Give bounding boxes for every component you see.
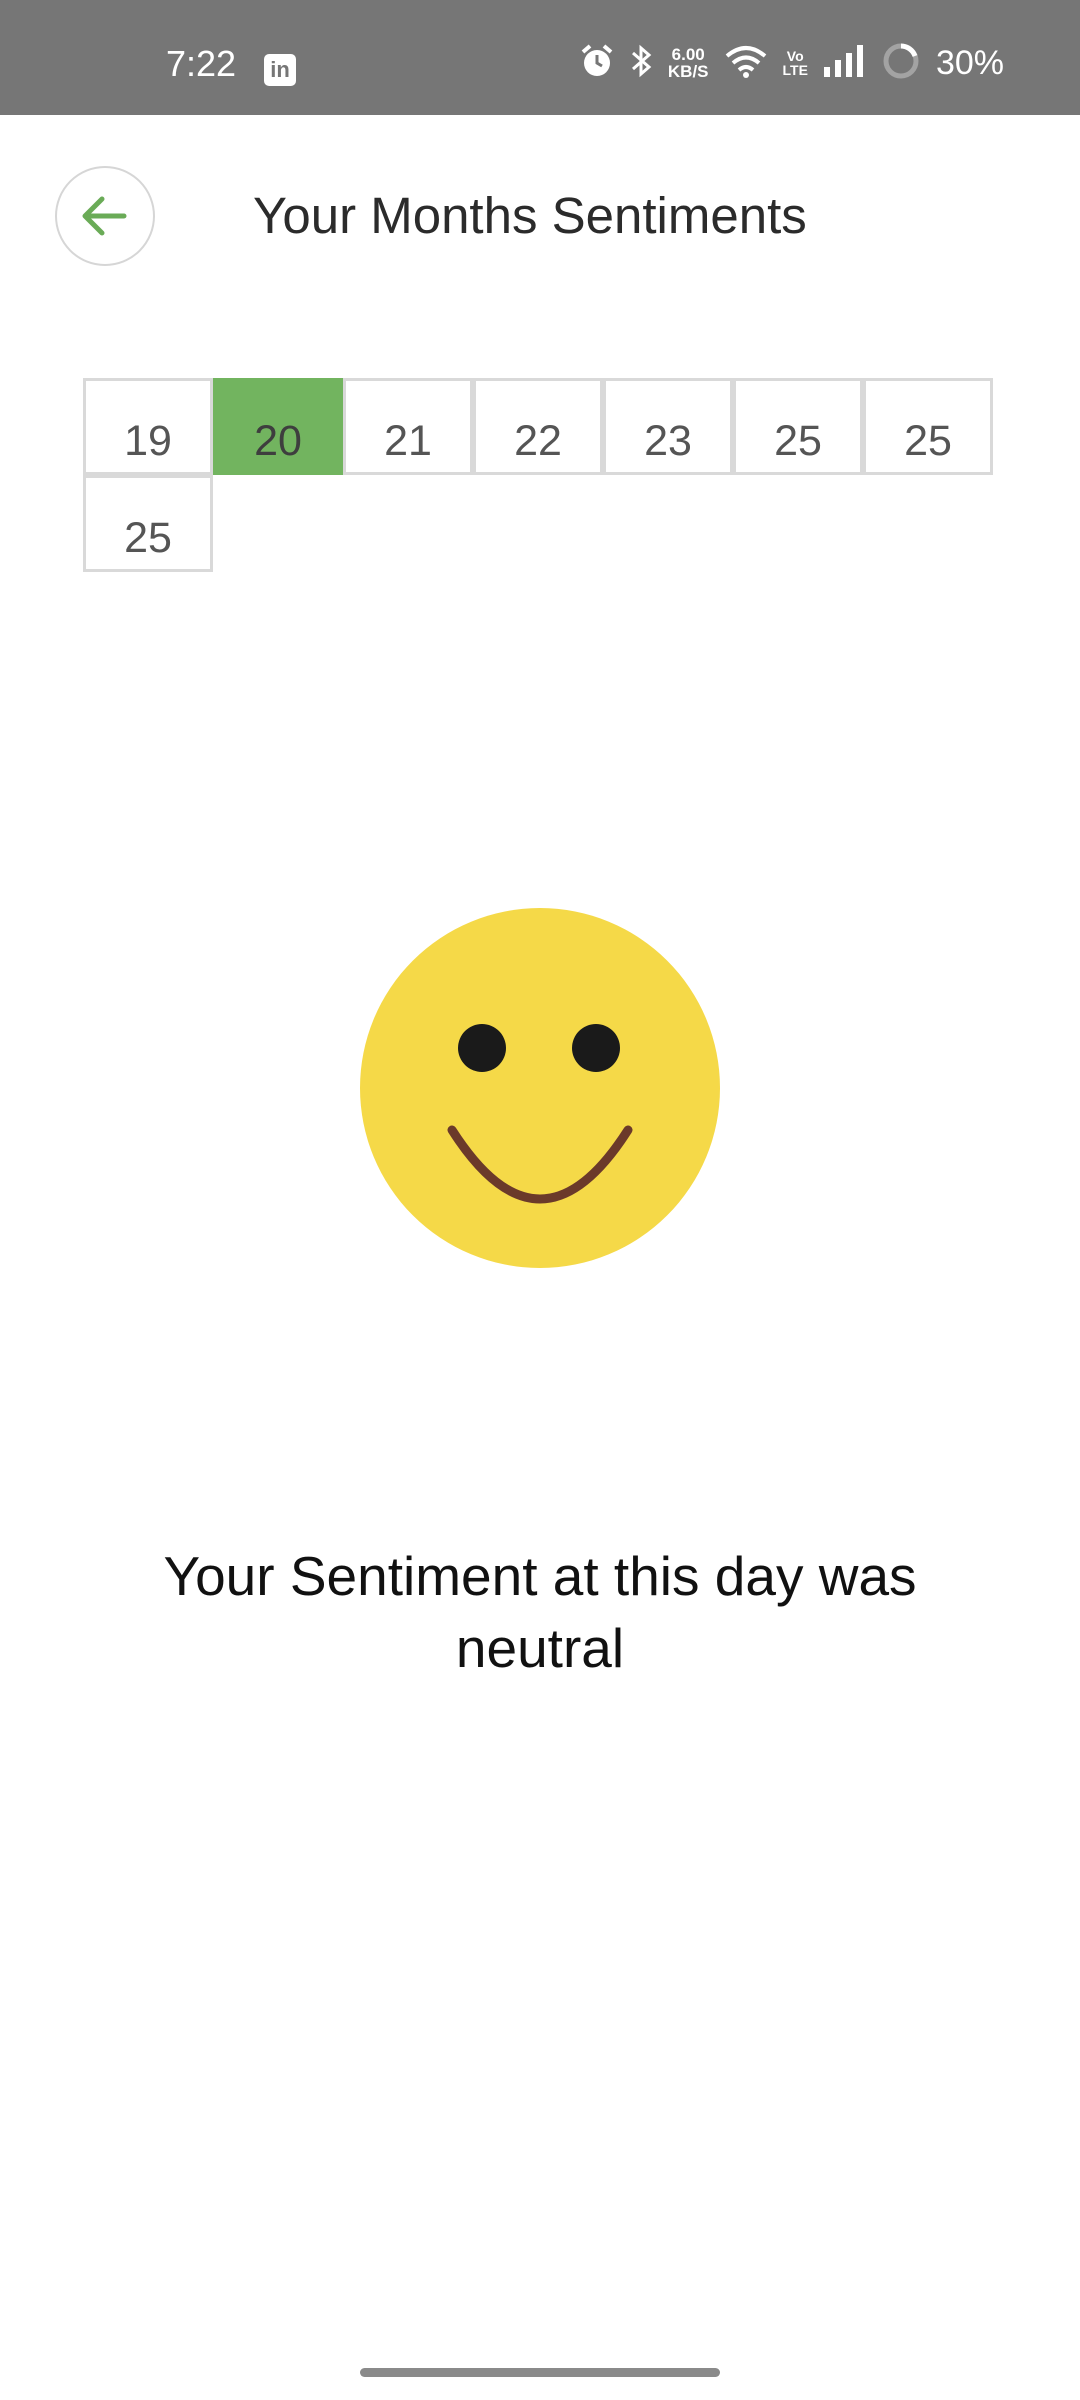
- wifi-icon: [725, 44, 767, 83]
- day-cell-19[interactable]: 19: [83, 378, 213, 475]
- back-button[interactable]: [55, 166, 155, 266]
- network-speed-unit: KB/S: [667, 62, 709, 81]
- status-time: 7:22: [166, 43, 237, 84]
- volte-bottom: LTE: [782, 62, 808, 78]
- linkedin-icon: in: [264, 54, 296, 86]
- status-icons: 6.00 KB/S Vo LTE 30%: [580, 40, 1004, 86]
- network-speed: 6.00 KB/S: [668, 46, 709, 80]
- page-title: Your Months Sentiments: [253, 187, 807, 244]
- smiley-face-icon: [360, 908, 720, 1268]
- battery-icon: [882, 42, 920, 85]
- day-cell-22[interactable]: 22: [473, 378, 603, 475]
- bluetooth-icon: [630, 43, 652, 84]
- day-cell-20[interactable]: 20: [213, 378, 343, 475]
- sentiment-message: Your Sentiment at this day was neutral: [163, 1545, 917, 1679]
- home-indicator[interactable]: [360, 2368, 720, 2377]
- alarm-icon: [580, 43, 614, 84]
- volte-icon: Vo LTE: [783, 49, 808, 77]
- day-cell-25[interactable]: 25: [733, 378, 863, 475]
- arrow-left-icon: [82, 196, 127, 236]
- battery-percent: 30%: [935, 44, 1004, 82]
- day-cell-25[interactable]: 25: [863, 378, 993, 475]
- day-selector-grid: 19 20 21 22 23 25 25 25: [83, 378, 995, 572]
- sentiment-screen: 7:22 in 6.00 KB/S Vo LTE 30% Your Months…: [0, 0, 1080, 2400]
- signal-icon: [823, 44, 866, 82]
- day-cell-23[interactable]: 23: [603, 378, 733, 475]
- status-bar: 7:22 in 6.00 KB/S Vo LTE 30%: [0, 0, 1080, 115]
- day-cell-21[interactable]: 21: [343, 378, 473, 475]
- day-cell-25[interactable]: 25: [83, 475, 213, 572]
